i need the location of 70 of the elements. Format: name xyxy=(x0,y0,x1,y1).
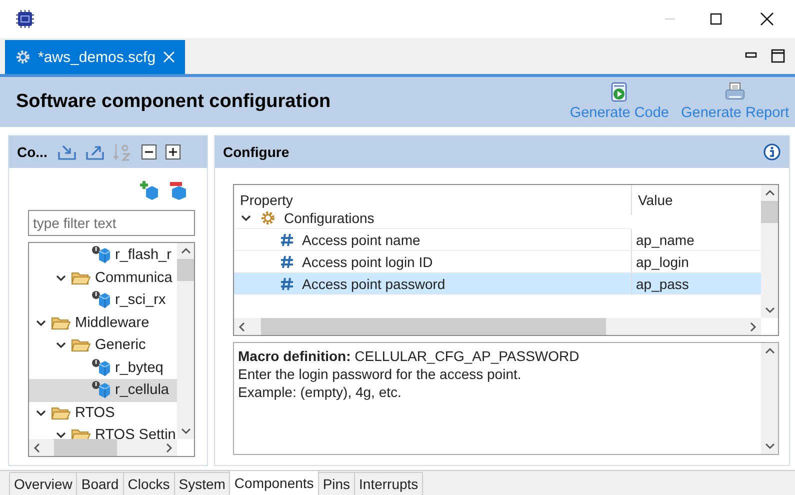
maximize-icon[interactable] xyxy=(710,13,722,25)
add-component-icon[interactable] xyxy=(139,180,159,200)
scroll-down-icon[interactable] xyxy=(180,427,190,435)
hash-icon xyxy=(280,254,294,268)
remove-component-icon[interactable] xyxy=(169,180,189,200)
info-icon[interactable] xyxy=(763,143,781,161)
table-cell: Configurations xyxy=(234,207,631,229)
scroll-down-icon[interactable] xyxy=(764,306,774,314)
component-cube-icon xyxy=(91,380,111,400)
code-play-icon xyxy=(610,82,628,102)
collapse-all-icon[interactable] xyxy=(141,144,158,160)
scroll-up-icon[interactable] xyxy=(764,189,774,197)
tree-folder[interactable]: Generic xyxy=(29,334,177,356)
value-cell[interactable]: ap_pass xyxy=(631,273,761,295)
component-cube-icon xyxy=(91,358,111,378)
component-cube-icon xyxy=(91,290,111,310)
close-icon[interactable] xyxy=(760,12,774,26)
app-logo-icon xyxy=(16,10,34,28)
tree-item[interactable]: r_flash_r xyxy=(29,244,177,266)
export-icon[interactable] xyxy=(85,143,106,161)
description-text: Example: (empty), 4g, etc. xyxy=(238,383,402,401)
editor-tab[interactable]: *aws_demos.scfg xyxy=(5,40,185,74)
page-tab[interactable]: System xyxy=(174,472,230,495)
hash-icon xyxy=(280,232,294,246)
vertical-scrollbar[interactable] xyxy=(761,343,778,454)
tree-item[interactable]: r_byteq xyxy=(29,356,177,379)
tree-folder[interactable]: Middleware xyxy=(29,312,177,334)
tree-folder[interactable]: Communica xyxy=(29,266,177,289)
description-text: Macro definition: CELLULAR_CFG_AP_PASSWORD xyxy=(238,347,580,365)
scrollbar-thumb[interactable] xyxy=(54,439,117,456)
horizontal-scrollbar[interactable] xyxy=(29,439,177,456)
vertical-scrollbar[interactable] xyxy=(177,243,194,439)
scroll-right-icon[interactable] xyxy=(165,442,173,452)
gear-icon xyxy=(15,49,31,65)
folder-icon xyxy=(51,404,71,421)
view-maximize-icon[interactable] xyxy=(771,49,785,63)
property-row[interactable]: Access point name xyxy=(234,229,631,251)
property-row[interactable]: Access point password xyxy=(234,273,631,295)
hash-icon xyxy=(280,276,294,290)
page-tab[interactable]: Components xyxy=(229,470,319,495)
filter-field[interactable]: type filter text xyxy=(28,210,195,236)
folder-icon xyxy=(51,314,71,331)
page-tab[interactable]: Overview xyxy=(9,472,78,495)
gear-icon xyxy=(260,210,276,226)
folder-icon xyxy=(71,270,91,286)
horizontal-scrollbar[interactable] xyxy=(234,318,761,335)
tree-folder[interactable]: RTOS xyxy=(29,402,177,424)
scroll-up-icon[interactable] xyxy=(764,347,774,355)
scroll-up-icon[interactable] xyxy=(180,247,190,255)
scroll-left-icon[interactable] xyxy=(33,442,41,452)
panel-title: Configure xyxy=(223,144,290,160)
scrollbar-thumb[interactable] xyxy=(177,259,194,281)
page-tab[interactable]: Interrupts xyxy=(354,472,424,495)
folder-icon xyxy=(71,427,91,439)
component-cube-icon xyxy=(91,245,111,266)
expand-all-icon[interactable] xyxy=(165,144,182,160)
scrollbar-thumb[interactable] xyxy=(761,201,778,223)
scrollbar-thumb[interactable] xyxy=(261,318,606,335)
scroll-right-icon[interactable] xyxy=(749,322,757,332)
import-icon[interactable] xyxy=(57,143,78,161)
panel-title: Co... xyxy=(17,144,48,160)
scroll-left-icon[interactable] xyxy=(238,322,246,332)
tree-item[interactable]: r_sci_rx xyxy=(29,289,177,312)
page-title: Software component configuration xyxy=(16,91,331,113)
vertical-scrollbar[interactable] xyxy=(761,185,778,318)
folder-icon xyxy=(71,337,91,354)
tree-item[interactable]: r_cellula xyxy=(29,379,177,402)
printer-icon xyxy=(724,82,746,102)
description-text: Enter the login password for the access point. xyxy=(238,365,522,383)
scroll-down-icon[interactable] xyxy=(764,442,774,450)
